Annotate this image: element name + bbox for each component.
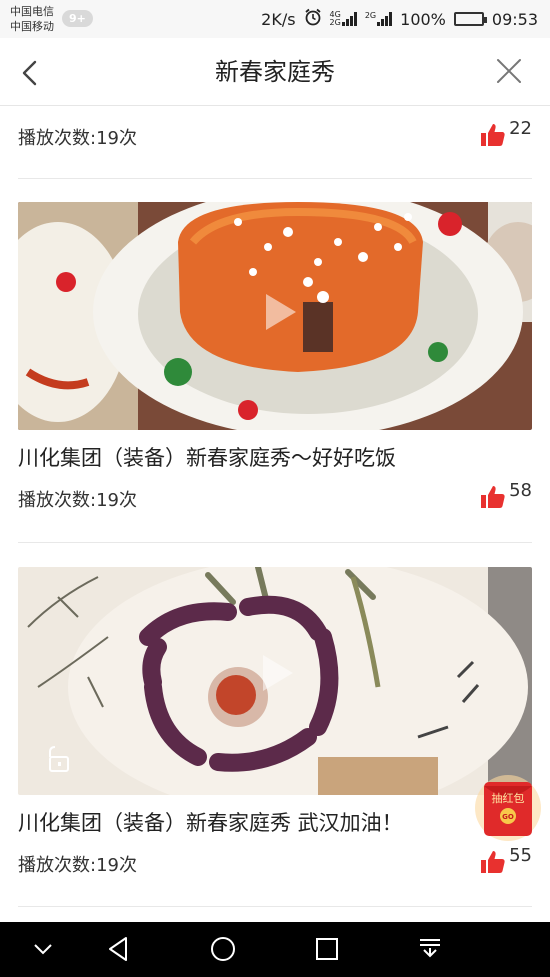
signal-2-label: 2G [364, 11, 377, 20]
clock: 09:53 [491, 9, 538, 29]
like-count: 55 [509, 845, 532, 866]
carrier-labels: 中国电信 中国移动 [10, 4, 54, 34]
carrier-2: 中国移动 [10, 20, 54, 33]
play-count: 播放次数:19次 [18, 128, 137, 149]
hide-nav-button[interactable] [28, 934, 58, 964]
like-button[interactable]: 58 [480, 480, 532, 510]
home-nav-button[interactable] [208, 934, 238, 964]
divider [18, 542, 532, 543]
divider [18, 178, 532, 179]
unlock-icon[interactable] [42, 744, 72, 774]
chevron-left-icon [22, 60, 37, 86]
system-nav-bar [0, 922, 550, 977]
back-button[interactable] [14, 56, 48, 90]
status-bar: 中国电信 中国移动 9+ 2K/s 4G 2G 2G 100% 09:53 [0, 0, 550, 38]
page-title: 新春家庭秀 [215, 58, 335, 86]
red-envelope-text: 抽红包 [492, 791, 525, 805]
like-count: 22 [509, 118, 532, 139]
pull-down-icon [420, 939, 440, 958]
signal-1-icon: 4G 2G [330, 11, 357, 27]
triangle-back-icon [109, 937, 127, 961]
carrier-1: 中国电信 [10, 5, 54, 18]
header: 新春家庭秀 [0, 38, 550, 106]
net-speed: 2K/s [261, 9, 296, 29]
pepper-dish-image [18, 567, 532, 795]
list-item[interactable]: 播放次数:19次 22 [0, 106, 550, 168]
back-nav-button[interactable] [104, 934, 134, 964]
close-button[interactable] [494, 56, 524, 86]
alarm-icon [304, 8, 322, 30]
square-recents-icon [316, 938, 338, 960]
thumbs-up-icon [481, 851, 505, 873]
status-indicators: 2K/s 4G 2G 2G 100% 09:53 [261, 0, 538, 38]
chevron-down-icon [34, 944, 52, 955]
video-thumbnail[interactable] [18, 202, 532, 430]
red-envelope-button[interactable]: 抽红包 GO [472, 772, 544, 844]
signal-1b-label: 2G [329, 18, 341, 27]
pumpkin-dish-image [18, 202, 532, 430]
battery-icon [453, 12, 487, 26]
play-count: 播放次数:19次 [18, 855, 137, 876]
thumbs-up-icon [481, 486, 505, 508]
recents-nav-button[interactable] [312, 934, 342, 964]
like-count: 58 [509, 480, 532, 501]
list-item[interactable]: 播放次数:19次 58 [0, 468, 550, 530]
red-envelope-go: GO [502, 813, 514, 821]
like-button[interactable]: 22 [480, 118, 532, 148]
circle-home-icon [211, 937, 235, 961]
list-item[interactable]: 播放次数:19次 55 [0, 833, 550, 895]
play-count: 播放次数:19次 [18, 490, 137, 511]
notification-badge: 9+ [62, 10, 93, 27]
close-icon [497, 59, 521, 83]
signal-2-icon: 2G [364, 11, 393, 26]
like-button[interactable]: 55 [480, 845, 532, 875]
video-thumbnail[interactable] [18, 567, 532, 795]
notification-pull-button[interactable] [415, 934, 445, 964]
divider [18, 906, 532, 907]
thumbs-up-icon [481, 124, 505, 146]
battery-percent: 100% [400, 9, 446, 29]
